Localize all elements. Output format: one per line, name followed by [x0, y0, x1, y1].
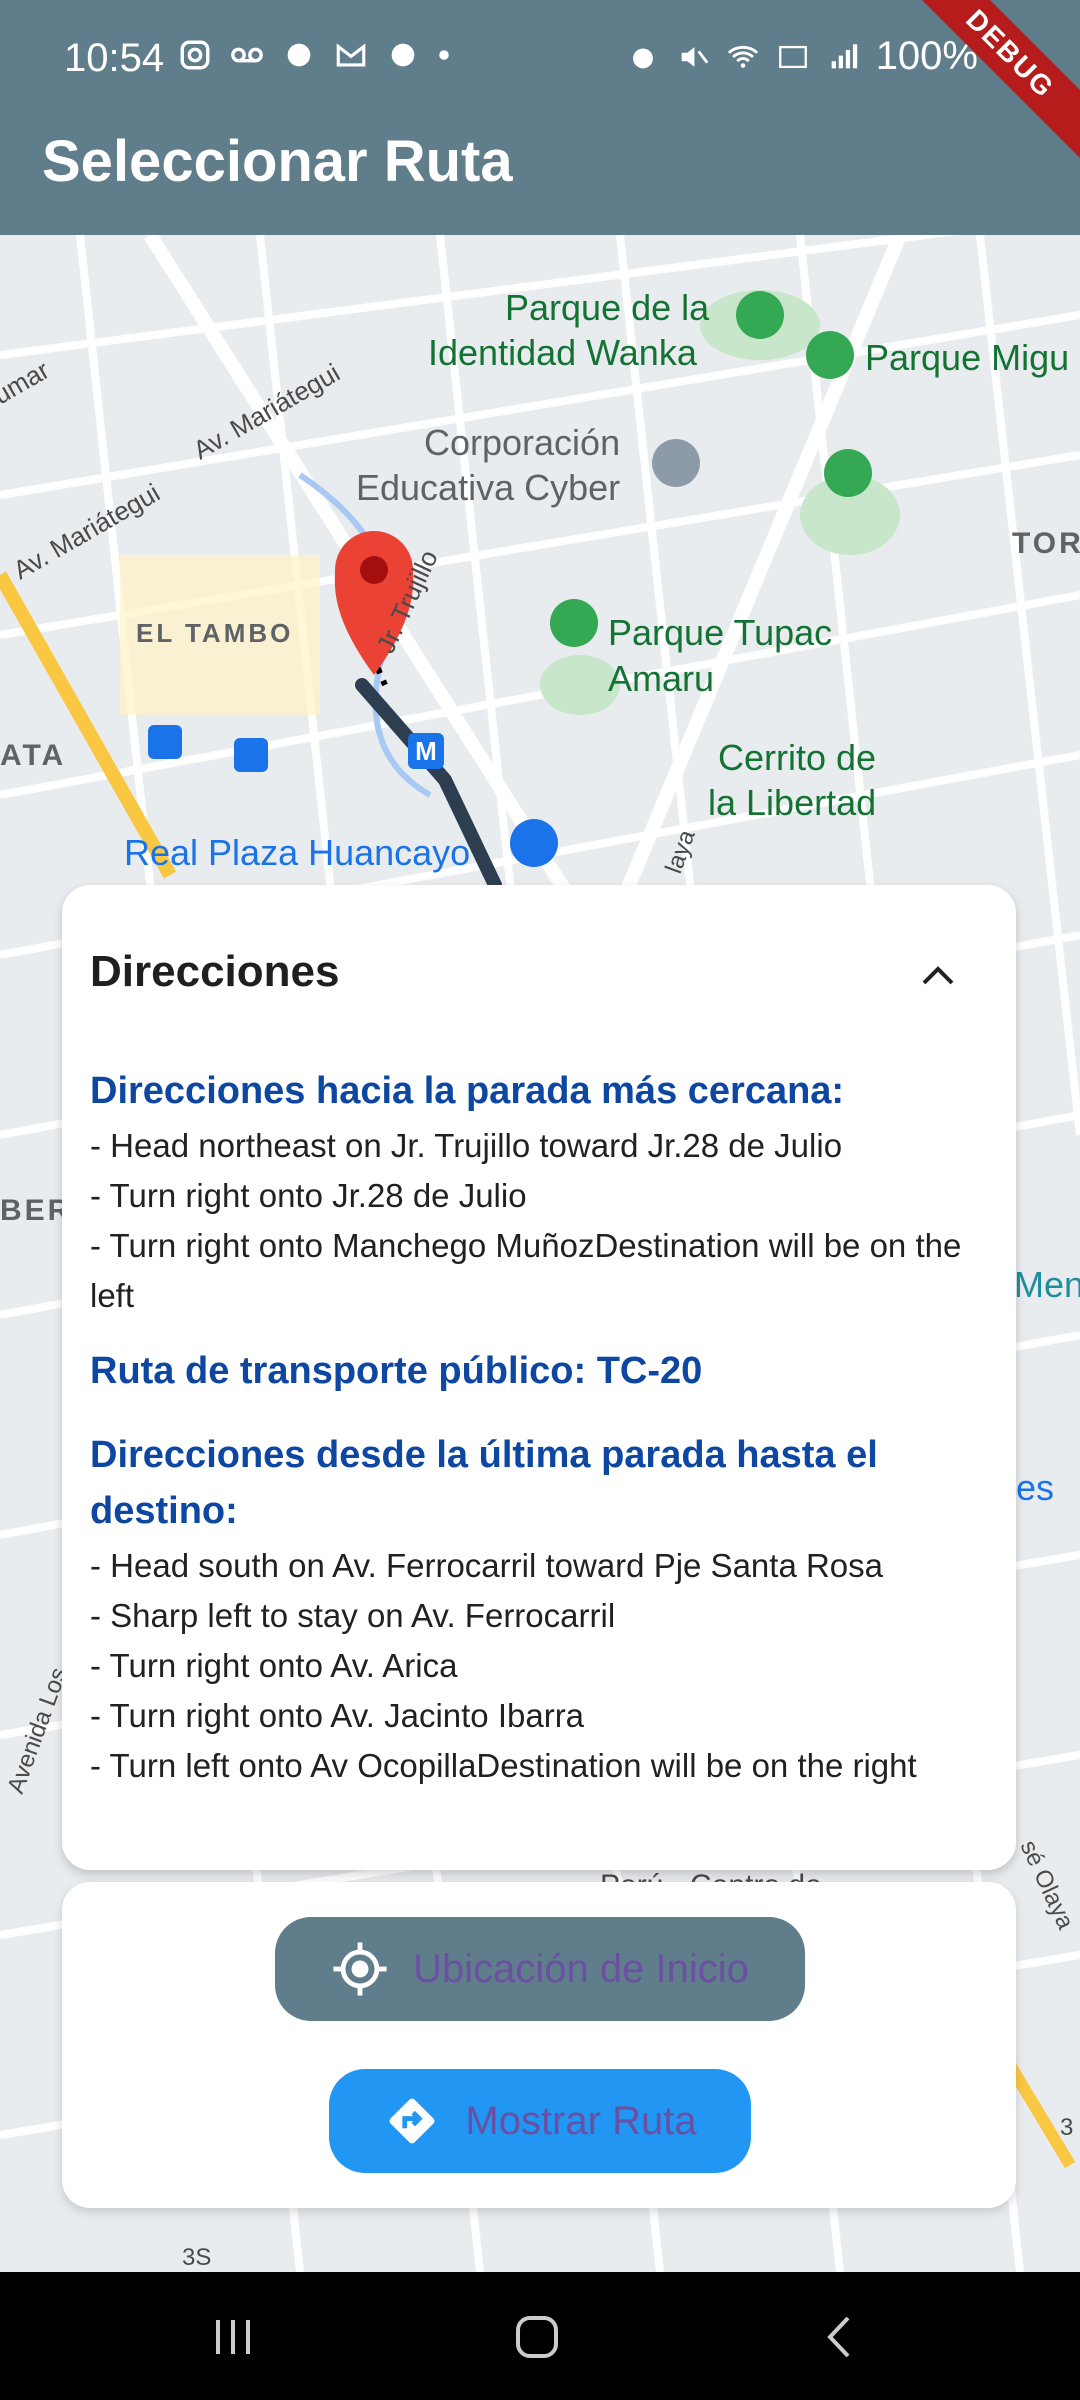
status-bar: 10:54 100% — [0, 0, 1080, 118]
map-label: la Libertad — [708, 782, 876, 823]
map-label: Amaru — [608, 658, 714, 699]
map-label: Corporación — [424, 422, 620, 463]
map-label: TOR — [1012, 527, 1080, 560]
route-title: Ruta de transporte público: TC-20 — [90, 1350, 703, 1392]
app-bar: 10:54 100% Seleccionar Ruta DEBUG — [0, 0, 1080, 235]
voicemail-icon — [231, 47, 263, 63]
show-route-label: Mostrar Ruta — [465, 2098, 697, 2143]
show-route-button[interactable]: Mostrar Ruta — [329, 2069, 751, 2173]
park-pin-icon[interactable] — [824, 449, 872, 497]
direction-step: - Turn left onto Av OcopillaDestination … — [90, 1747, 917, 1784]
chevron-up-icon[interactable] — [920, 963, 956, 987]
direction-step: - Turn right onto Av. Arica — [90, 1647, 458, 1684]
wifi-icon — [727, 45, 758, 68]
my-location-icon — [333, 1942, 387, 1996]
directions-card: Direcciones Direcciones hacia la parada … — [62, 885, 1016, 1870]
mute-icon — [681, 46, 708, 67]
gmail-icon — [336, 43, 366, 67]
signal-icon — [831, 43, 857, 68]
instagram-icon — [180, 40, 210, 70]
map-label: Educativa Cyber — [356, 467, 620, 508]
map-label: Cerrito de — [718, 737, 876, 778]
map-label: Parque Migu — [865, 337, 1069, 378]
page-title: Seleccionar Ruta — [42, 129, 513, 194]
direction-step: - Head south on Av. Ferrocarril toward P… — [90, 1547, 883, 1584]
direction-step: - Turn right onto Jr.28 de Julio — [90, 1177, 527, 1214]
to-stop-steps: - Head northeast on Jr. Trujillo toward … — [90, 1121, 990, 1321]
app-notification-icon — [287, 43, 311, 67]
system-nav-bar — [0, 2272, 1080, 2400]
actions-panel: Ubicación de Inicio Mostrar Ruta — [62, 1882, 1016, 2208]
volte-icon — [778, 45, 807, 68]
direction-step: - Turn right onto Manchego MuñozDestinat… — [90, 1227, 962, 1314]
map-label: Men — [1014, 1264, 1080, 1305]
back-icon[interactable] — [816, 2312, 866, 2362]
directions-icon — [389, 2098, 435, 2144]
direction-step: - Sharp left to stay on Av. Ferrocarril — [90, 1597, 616, 1634]
map-label: EL TAMBO — [136, 618, 293, 648]
map-label: 3S — [182, 2244, 211, 2271]
to-stop-title: Direcciones hacia la parada más cercana: — [90, 1070, 845, 1112]
from-stop-title: Direcciones desde la última parada hasta… — [90, 1434, 878, 1532]
bus-stop-icon[interactable] — [148, 725, 182, 759]
recent-apps-icon[interactable] — [208, 2312, 258, 2362]
start-location-label: Ubicación de Inicio — [413, 1946, 749, 1991]
notification-icons — [178, 38, 450, 72]
from-stop-steps: - Head south on Av. Ferrocarril toward P… — [90, 1541, 990, 1791]
metro-marker-label: M — [415, 736, 437, 766]
more-notifications-dot-icon — [439, 50, 449, 60]
map-label: Parque Tupac — [608, 612, 832, 653]
park-pin-icon[interactable] — [550, 599, 598, 647]
map-label: Parque de la — [505, 287, 710, 328]
map-label: 3 — [1060, 2114, 1073, 2141]
alarm-icon — [632, 48, 653, 68]
school-pin-icon[interactable] — [652, 439, 700, 487]
map-label: Identidad Wanka — [428, 332, 698, 373]
app-notification-icon — [391, 43, 415, 67]
map-label: ATA — [0, 739, 66, 772]
shopping-pin-icon[interactable] — [510, 819, 558, 867]
map-label: Real Plaza Huancayo — [124, 832, 470, 873]
direction-step: - Head northeast on Jr. Trujillo toward … — [90, 1127, 843, 1164]
status-time: 10:54 — [64, 36, 165, 80]
map-label: es — [1016, 1467, 1054, 1508]
start-location-button[interactable]: Ubicación de Inicio — [275, 1917, 805, 2021]
direction-step: - Turn right onto Av. Jacinto Ibarra — [90, 1697, 585, 1734]
bus-stop-icon[interactable] — [234, 738, 268, 772]
park-pin-icon[interactable] — [736, 291, 784, 339]
home-icon[interactable] — [512, 2312, 562, 2362]
park-pin-icon[interactable] — [806, 331, 854, 379]
directions-title: Direcciones — [90, 947, 340, 996]
